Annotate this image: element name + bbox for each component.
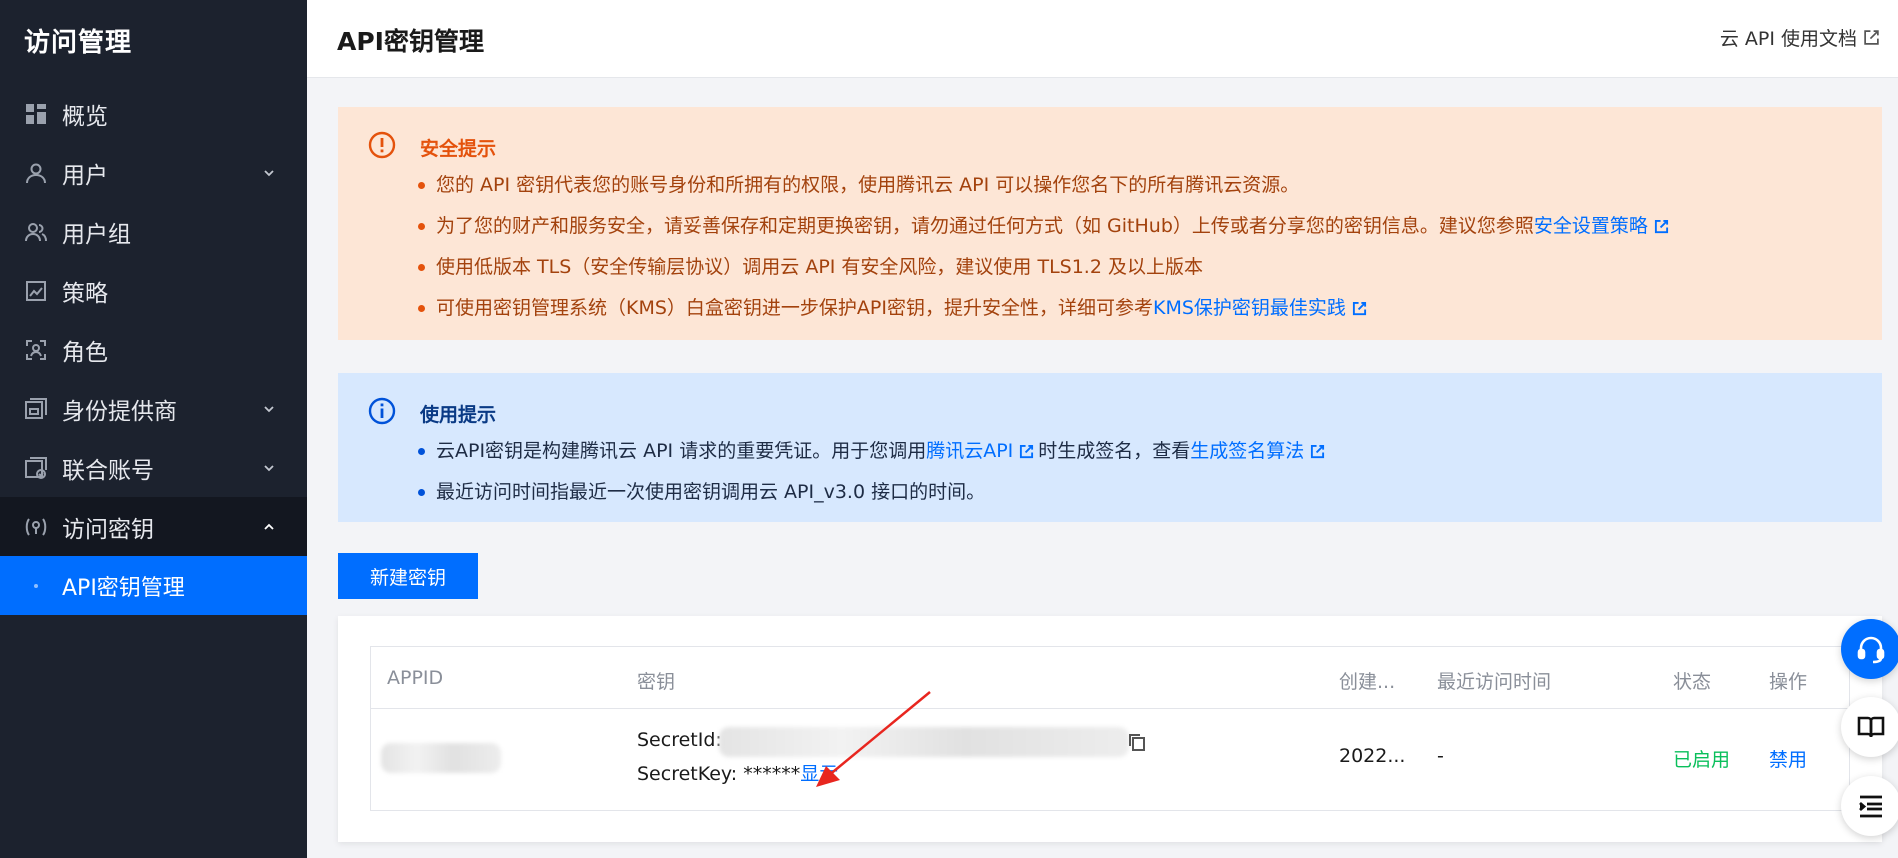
warning-icon <box>368 131 396 159</box>
policy-icon <box>24 279 48 303</box>
signature-algorithm-link[interactable]: 生成签名算法 <box>1190 440 1304 462</box>
list-item: 最近访问时间指最近一次使用密钥调用云 API_v3.0 接口的时间。 <box>418 472 1329 513</box>
sidebar-item-overview[interactable]: 概览 <box>0 84 307 143</box>
chevron-down-icon <box>264 405 274 412</box>
last-access-time: - <box>1437 745 1444 767</box>
annotation-arrow <box>816 691 931 787</box>
sidebar-item-identity-providers[interactable]: 身份提供商 <box>0 379 307 438</box>
table-header: APPID 密钥 创建... 最近访问时间 状态 操作 <box>371 647 1849 709</box>
sidebar-item-federated-accounts[interactable]: 联合账号 <box>0 438 307 497</box>
create-key-button[interactable]: 新建密钥 <box>338 553 478 599</box>
list-item: 云API密钥是构建腾讯云 API 请求的重要凭证。用于您调用腾讯云API 时生成签… <box>418 431 1329 472</box>
chevron-down-icon <box>264 169 274 176</box>
user-icon <box>24 161 48 185</box>
api-key-table-card: APPID 密钥 创建... 最近访问时间 状态 操作 SecretId: Se… <box>338 616 1882 842</box>
security-alert-list: 您的 API 密钥代表您的账号身份和所拥有的权限，使用腾讯云 API 可以操作您… <box>418 165 1673 329</box>
sidebar-item-user-groups[interactable]: 用户组 <box>0 202 307 261</box>
security-alert: 安全提示 您的 API 密钥代表您的账号身份和所拥有的权限，使用腾讯云 API … <box>338 107 1882 340</box>
external-link-icon <box>1654 219 1668 234</box>
federated-account-icon <box>24 456 48 480</box>
user-group-icon <box>24 220 48 244</box>
secret-id-label: SecretId: <box>637 729 722 751</box>
api-docs-link[interactable]: 云 API 使用文档 <box>1720 24 1880 51</box>
api-key-table: APPID 密钥 创建... 最近访问时间 状态 操作 SecretId: Se… <box>370 646 1850 811</box>
documentation-button[interactable] <box>1841 697 1898 757</box>
book-icon <box>1857 716 1885 738</box>
headset-icon <box>1857 636 1885 664</box>
menu-toggle-button[interactable] <box>1841 776 1898 836</box>
usage-alert-title: 使用提示 <box>420 404 497 426</box>
column-header-created: 创建... <box>1339 671 1396 693</box>
appid-redacted <box>381 743 501 773</box>
grid-icon <box>24 102 48 126</box>
sidebar: 访问管理 概览 用户 用户组 策略 角色 身份提供商 联合账号 访问密钥 API… <box>0 0 307 858</box>
page-title: API密钥管理 <box>337 27 484 56</box>
security-policy-link[interactable]: 安全设置策略 <box>1534 215 1648 237</box>
status-badge: 已启用 <box>1673 749 1731 771</box>
kms-best-practice-link[interactable]: KMS保护密钥最佳实践 <box>1153 297 1346 319</box>
list-item: 可使用密钥管理系统（KMS）白盒密钥进一步保护API密钥，提升安全性，详细可参考… <box>418 288 1673 329</box>
usage-alert-list: 云API密钥是构建腾讯云 API 请求的重要凭证。用于您调用腾讯云API 时生成签… <box>418 431 1329 513</box>
sidebar-item-label: 访问密钥 <box>62 516 154 543</box>
api-docs-label: 云 API 使用文档 <box>1719 28 1857 50</box>
sidebar-item-roles[interactable]: 角色 <box>0 320 307 379</box>
list-item: 您的 API 密钥代表您的账号身份和所拥有的权限，使用腾讯云 API 可以操作您… <box>418 165 1673 206</box>
column-header-status: 状态 <box>1673 671 1712 693</box>
security-alert-title: 安全提示 <box>420 138 497 160</box>
page-header: API密钥管理 云 API 使用文档 <box>307 0 1898 78</box>
column-header-actions: 操作 <box>1769 671 1808 693</box>
identity-provider-icon <box>24 397 48 421</box>
sidebar-item-label: 身份提供商 <box>62 398 177 425</box>
sidebar-item-label: 策略 <box>62 280 108 307</box>
sidebar-item-policies[interactable]: 策略 <box>0 261 307 320</box>
list-item: 使用低版本 TLS（安全传输层协议）调用云 API 有安全风险，建议使用 TLS… <box>418 247 1673 288</box>
sidebar-item-label: 用户 <box>62 162 108 189</box>
chevron-up-icon <box>264 523 274 530</box>
external-link-icon <box>1352 301 1366 316</box>
sidebar-item-label: 概览 <box>62 103 108 130</box>
outline-menu-icon <box>1859 795 1882 818</box>
usage-alert: 使用提示 云API密钥是构建腾讯云 API 请求的重要凭证。用于您调用腾讯云AP… <box>338 373 1882 522</box>
sidebar-item-label: 用户组 <box>62 221 131 248</box>
sidebar-item-label: 角色 <box>62 339 108 366</box>
tencent-cloud-api-link[interactable]: 腾讯云API <box>926 440 1013 462</box>
created-time: 2022... <box>1339 745 1406 767</box>
list-item: 为了您的财产和服务安全，请妥善保存和定期更换密钥，请勿通过任何方式（如 GitH… <box>418 206 1673 247</box>
bullet-dot <box>34 583 38 588</box>
chevron-down-icon <box>264 464 274 471</box>
access-key-icon <box>24 515 48 539</box>
external-link-icon <box>1311 444 1325 459</box>
role-icon <box>24 338 48 362</box>
sidebar-subitem-api-key-management[interactable]: API密钥管理 <box>0 556 307 615</box>
external-link-icon <box>1864 30 1879 45</box>
external-link-icon <box>1020 444 1034 459</box>
customer-service-button[interactable] <box>1841 619 1898 679</box>
sidebar-item-users[interactable]: 用户 <box>0 143 307 202</box>
sidebar-nav: 概览 用户 用户组 策略 角色 身份提供商 联合账号 访问密钥 API密钥管理 <box>0 84 307 615</box>
sidebar-title: 访问管理 <box>24 28 133 58</box>
info-icon <box>368 397 396 425</box>
sidebar-subitem-label: API密钥管理 <box>62 575 185 601</box>
disable-key-link[interactable]: 禁用 <box>1769 745 1807 772</box>
sidebar-item-access-keys[interactable]: 访问密钥 <box>0 497 307 556</box>
column-header-last-access: 最近访问时间 <box>1437 671 1552 693</box>
secret-key-masked: SecretKey: ****** <box>637 763 801 785</box>
copy-icon[interactable] <box>1127 732 1147 752</box>
column-header-key: 密钥 <box>637 671 676 693</box>
sidebar-item-label: 联合账号 <box>62 457 154 484</box>
column-header-appid: APPID <box>387 667 444 689</box>
